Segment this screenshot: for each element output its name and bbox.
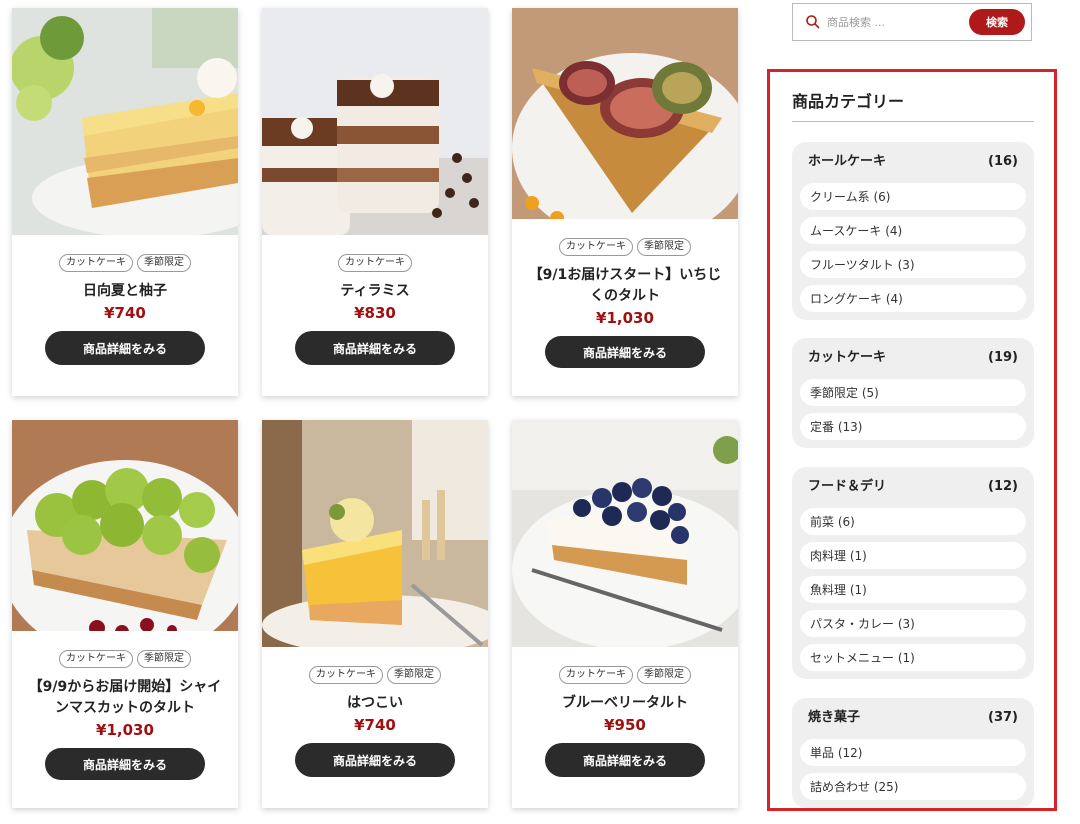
product-image-muscat[interactable] xyxy=(12,420,238,632)
product-tags: カットケーキ 季節限定 xyxy=(59,650,191,669)
product-name[interactable]: 【9/1お届けスタート】いちじくのタルト xyxy=(512,265,738,307)
product-card[interactable]: カットケーキ 季節限定 ブルーベリータルト ¥950 商品詳細をみる xyxy=(512,420,738,808)
subcategory-link[interactable]: 前菜 (6) xyxy=(800,508,1026,535)
tag-badge[interactable]: カットケーキ xyxy=(309,666,383,684)
product-card[interactable]: カットケーキ 季節限定 はつこい ¥740 商品詳細をみる xyxy=(262,420,488,808)
category-count: (19) xyxy=(988,350,1018,365)
product-detail-button[interactable]: 商品詳細をみる xyxy=(545,743,705,777)
category-count: (37) xyxy=(988,710,1018,725)
category-name[interactable]: ホールケーキ xyxy=(808,152,886,176)
tag-badge[interactable]: カットケーキ xyxy=(559,666,633,684)
product-price: ¥1,030 xyxy=(596,309,654,328)
product-categories-widget: 商品カテゴリー ホールケーキ (16) クリーム系 (6) ムースケーキ (4)… xyxy=(767,69,1057,811)
product-price: ¥950 xyxy=(604,716,646,734)
product-name[interactable]: はつこい xyxy=(262,693,488,714)
subcategory-link[interactable]: セットメニュー (1) xyxy=(800,644,1026,671)
subcategory-link[interactable]: 季節限定 (5) xyxy=(800,379,1026,406)
search-input[interactable] xyxy=(827,15,957,29)
product-detail-button[interactable]: 商品詳細をみる xyxy=(295,331,455,365)
blueberry-tart-photo xyxy=(512,420,738,647)
product-tags: カットケーキ 季節限定 xyxy=(59,254,191,272)
category-group: カットケーキ (19) 季節限定 (5) 定番 (13) xyxy=(792,338,1034,448)
product-tags: カットケーキ 季節限定 xyxy=(559,238,691,257)
subcategory-link[interactable]: 肉料理 (1) xyxy=(800,542,1026,569)
product-price: ¥740 xyxy=(354,716,396,734)
product-price: ¥830 xyxy=(354,304,396,322)
product-search-form: 検索 xyxy=(792,3,1032,41)
tag-badge[interactable]: 季節限定 xyxy=(637,238,691,257)
subcategory-link[interactable]: 魚料理 (1) xyxy=(800,576,1026,603)
search-icon xyxy=(806,15,820,29)
product-card[interactable]: カットケーキ 季節限定 【9/1お届けスタート】いちじくのタルト ¥1,030 … xyxy=(512,8,738,396)
category-group: 焼き菓子 (37) 単品 (12) 詰め合わせ (25) xyxy=(792,698,1034,808)
product-price: ¥740 xyxy=(104,304,146,322)
product-price: ¥1,030 xyxy=(96,721,154,740)
subcategory-link[interactable]: パスタ・カレー (3) xyxy=(800,610,1026,637)
subcategory-link[interactable]: 単品 (12) xyxy=(800,739,1026,766)
product-image-hatsukoi[interactable] xyxy=(262,420,488,647)
product-name[interactable]: 【9/9からお届け開始】シャインマスカットのタルト xyxy=(12,677,238,719)
category-group-header[interactable]: 焼き菓子 (37) xyxy=(800,706,1026,732)
muscat-tart-photo xyxy=(12,420,238,632)
tag-badge[interactable]: カットケーキ xyxy=(59,650,133,669)
categories-title: 商品カテゴリー xyxy=(792,92,905,111)
product-tags: カットケーキ xyxy=(338,254,412,272)
category-name[interactable]: 焼き菓子 xyxy=(808,708,860,732)
product-detail-button[interactable]: 商品詳細をみる xyxy=(295,743,455,777)
subcategory-link[interactable]: 定番 (13) xyxy=(800,413,1026,440)
product-name[interactable]: ブルーベリータルト xyxy=(512,693,738,714)
tag-badge[interactable]: 季節限定 xyxy=(387,666,441,684)
tag-badge[interactable]: 季節限定 xyxy=(137,254,191,272)
tiramisu-photo xyxy=(262,8,488,235)
product-card[interactable]: カットケーキ 季節限定 【9/9からお届け開始】シャインマスカットのタルト ¥1… xyxy=(12,420,238,808)
product-image-fig[interactable] xyxy=(512,8,738,220)
product-tags: カットケーキ 季節限定 xyxy=(559,666,691,684)
category-group: ホールケーキ (16) クリーム系 (6) ムースケーキ (4) フルーツタルト… xyxy=(792,142,1034,320)
subcategory-link[interactable]: ロングケーキ (4) xyxy=(800,285,1026,312)
category-group: フード＆デリ (12) 前菜 (6) 肉料理 (1) 魚料理 (1) パスタ・カ… xyxy=(792,467,1034,679)
tag-badge[interactable]: カットケーキ xyxy=(338,254,412,272)
tag-badge[interactable]: カットケーキ xyxy=(559,238,633,257)
category-count: (12) xyxy=(988,479,1018,494)
product-image-blueberry[interactable] xyxy=(512,420,738,647)
product-card[interactable]: カットケーキ ティラミス ¥830 商品詳細をみる xyxy=(262,8,488,396)
subcategory-link[interactable]: フルーツタルト (3) xyxy=(800,251,1026,278)
hatsukoi-cake-photo xyxy=(262,420,488,647)
product-tags: カットケーキ 季節限定 xyxy=(309,666,441,684)
product-name[interactable]: ティラミス xyxy=(262,281,488,302)
tag-badge[interactable]: カットケーキ xyxy=(59,254,133,272)
tag-badge[interactable]: 季節限定 xyxy=(637,666,691,684)
subcategory-link[interactable]: 詰め合わせ (25) xyxy=(800,773,1026,800)
search-button[interactable]: 検索 xyxy=(969,9,1025,35)
category-count: (16) xyxy=(988,154,1018,169)
product-detail-button[interactable]: 商品詳細をみる xyxy=(45,748,205,780)
product-image-yuzu[interactable] xyxy=(12,8,238,235)
product-detail-button[interactable]: 商品詳細をみる xyxy=(545,336,705,368)
category-name[interactable]: カットケーキ xyxy=(808,348,886,372)
product-grid: カットケーキ 季節限定 日向夏と柚子 ¥740 商品詳細をみる カットケーキ テ… xyxy=(12,8,740,808)
category-group-header[interactable]: フード＆デリ (12) xyxy=(800,475,1026,501)
category-group-header[interactable]: ホールケーキ (16) xyxy=(800,150,1026,176)
category-name[interactable]: フード＆デリ xyxy=(808,477,886,501)
product-detail-button[interactable]: 商品詳細をみる xyxy=(45,331,205,365)
product-card[interactable]: カットケーキ 季節限定 日向夏と柚子 ¥740 商品詳細をみる xyxy=(12,8,238,396)
product-image-tiramisu[interactable] xyxy=(262,8,488,235)
fig-tart-photo xyxy=(512,8,738,220)
product-name[interactable]: 日向夏と柚子 xyxy=(12,281,238,302)
tag-badge[interactable]: 季節限定 xyxy=(137,650,191,669)
yuzu-cake-photo xyxy=(12,8,238,235)
category-group-header[interactable]: カットケーキ (19) xyxy=(800,346,1026,372)
subcategory-link[interactable]: ムースケーキ (4) xyxy=(800,217,1026,244)
divider xyxy=(792,121,1034,122)
subcategory-link[interactable]: クリーム系 (6) xyxy=(800,183,1026,210)
